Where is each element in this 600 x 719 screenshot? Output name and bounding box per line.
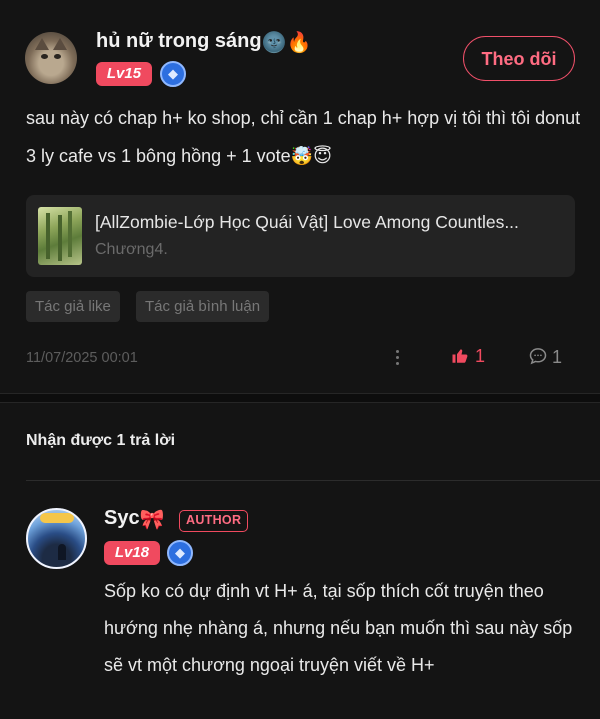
username[interactable]: hủ nữ trong sáng🌚🔥 [96, 30, 311, 54]
reply-username[interactable]: Syc🎀 [104, 507, 165, 531]
tag-author-commented: Tác giả bình luận [136, 291, 270, 322]
section-separator [0, 393, 600, 403]
book-title: [AllZombie-Lớp Học Quái Vật] Love Among … [95, 212, 519, 232]
book-cover [38, 207, 82, 265]
reply-avatar[interactable] [26, 508, 87, 569]
tag-author-liked: Tác giả like [26, 291, 120, 322]
level-badge: Lv15 [96, 62, 152, 86]
comment-date: 11/07/2025 00:01 [26, 350, 138, 366]
reply-text: Sốp ko có dự định vt H+ á, tại sốp thích… [104, 581, 573, 675]
divider [26, 480, 600, 481]
thumbs-up-icon [452, 349, 468, 363]
follow-button[interactable]: Theo dõi [463, 36, 575, 81]
author-badge: AUTHOR [179, 510, 249, 532]
book-card[interactable] [26, 195, 575, 277]
book-chapter: Chương4. [95, 241, 168, 258]
reply-level-badge: Lv18 [104, 541, 160, 565]
diamond-badge-icon: ◆ [167, 540, 193, 566]
reply-button[interactable]: 1 [528, 346, 562, 368]
diamond-badge-icon: ◆ [160, 61, 186, 87]
username-emojis: 🌚🔥 [261, 30, 312, 54]
reply-username-text: Syc [104, 507, 140, 529]
like-button[interactable]: 1 [451, 346, 485, 367]
like-count: 1 [475, 346, 486, 366]
comment-count: 1 [552, 347, 563, 367]
replies-heading: Nhận được 1 trả lời [26, 432, 176, 449]
reply-username-emoji: 🎀 [139, 507, 165, 531]
more-vertical-icon[interactable] [391, 347, 403, 369]
comment-text: sau này có chap h+ ko shop, chỉ cần 1 ch… [26, 108, 581, 166]
username-text: hủ nữ trong sáng [96, 30, 262, 52]
user-avatar[interactable] [25, 32, 77, 84]
comment-bubble-icon [529, 348, 547, 365]
